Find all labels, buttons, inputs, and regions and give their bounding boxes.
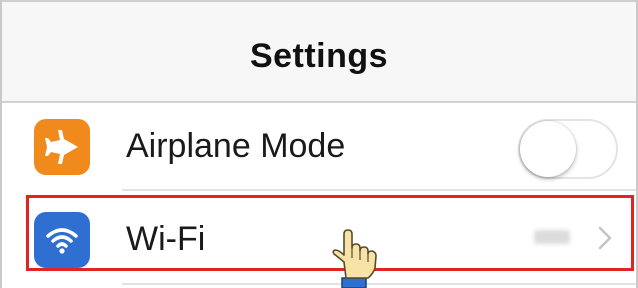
settings-row-airplane-mode[interactable]: Airplane Mode [2,103,636,195]
hand-pointer-icon [332,229,377,288]
chevron-right-icon [598,226,612,250]
wifi-label: Wi-Fi [126,220,206,258]
row-divider [122,189,636,191]
page-title: Settings [249,37,389,75]
airplane-icon [34,119,90,175]
settings-row-wifi[interactable]: Wi-Fi [2,192,636,284]
settings-screen: Settings Airplane Mode Wi-Fi [0,0,638,288]
wifi-icon [34,212,90,268]
navigation-bar: Settings [2,0,636,103]
airplane-mode-label: Airplane Mode [126,127,346,165]
toggle-knob [520,121,576,177]
wifi-network-name-obscured [534,230,570,244]
airplane-mode-toggle[interactable] [518,119,618,179]
